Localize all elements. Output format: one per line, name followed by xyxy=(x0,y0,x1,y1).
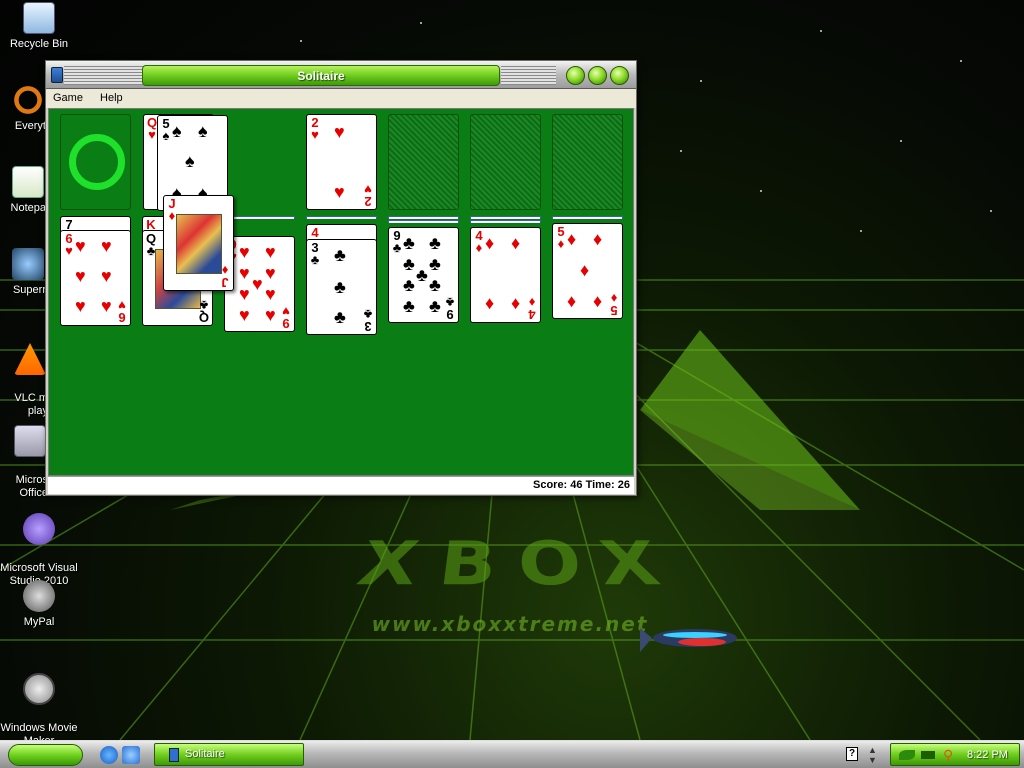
foundation-4[interactable] xyxy=(552,114,623,210)
movie-maker-icon xyxy=(23,673,55,705)
foundation-1[interactable]: 2 ♥ ♥ ♥ 2 ♥ xyxy=(306,114,377,210)
tableau-5-stack-edge xyxy=(388,216,459,219)
desktop-icon-recycle-bin[interactable]: Recycle Bin xyxy=(0,2,78,51)
foundation-3[interactable] xyxy=(470,114,541,210)
internet-explorer-icon[interactable] xyxy=(100,746,118,764)
tableau-5-stack-edge-2 xyxy=(388,220,459,223)
tableau-3-top[interactable]: 9♥ ♥ ♥ ♥ ♥ ♥ ♥ ♥ ♥ ♥ 9♥ xyxy=(224,236,295,332)
mypal-raccoon-icon xyxy=(23,580,55,612)
title-grip-left xyxy=(64,65,149,85)
system-tray: ⚲ 8:22 PM xyxy=(890,743,1020,766)
browser-quicklaunch-icon[interactable] xyxy=(122,746,140,764)
menu-bar: Game Help xyxy=(46,89,636,108)
visual-studio-icon xyxy=(23,513,55,545)
title-grip-right xyxy=(501,65,556,85)
tableau-6-top[interactable]: 4 ♦ ♦ ♦ ♦ ♦ 4 ♦ xyxy=(470,227,541,323)
solitaire-app-icon[interactable] xyxy=(51,67,63,83)
recycle-bin-icon xyxy=(23,2,55,34)
speaker-icon[interactable] xyxy=(921,751,935,759)
menu-help[interactable]: Help xyxy=(93,89,130,104)
stock-pile[interactable] xyxy=(60,114,131,210)
taskbar: Solitaire ? ▲ ▼ ⚲ 8:22 PM xyxy=(0,740,1024,768)
title-bar[interactable]: Solitaire xyxy=(46,61,636,89)
redeal-ring-icon xyxy=(69,134,125,190)
jack-face-image xyxy=(176,214,222,274)
everything-search-icon xyxy=(12,84,44,116)
vlc-cone-icon xyxy=(14,343,46,375)
desktop-icon-notepad[interactable]: Notepa xyxy=(0,166,46,215)
maximize-button[interactable] xyxy=(588,66,607,85)
search-tray-icon[interactable]: ⚲ xyxy=(943,747,953,764)
start-button[interactable] xyxy=(8,744,83,766)
tableau-5-top[interactable]: 9 ♣ ♣ ♣ ♣ ♣ ♣ ♣ ♣ ♣ ♣ 9 ♣ xyxy=(388,227,459,323)
minimize-button[interactable] xyxy=(566,66,585,85)
tableau-4-stack-edge xyxy=(306,216,377,219)
tableau-7-stack-edge xyxy=(552,216,623,219)
status-bar: Score: 46 Time: 26 xyxy=(48,476,634,494)
tray-expand-icon[interactable]: ▲ ▼ xyxy=(868,745,877,765)
menu-game[interactable]: Game xyxy=(46,89,90,104)
clock[interactable]: 8:22 PM xyxy=(967,749,1008,761)
close-button[interactable] xyxy=(610,66,629,85)
desktop-icon-everything[interactable]: Everyt xyxy=(0,84,46,133)
tableau-1-top[interactable]: 6 ♥ ♥ ♥ ♥ ♥ ♥ ♥ 6 ♥ xyxy=(60,230,131,326)
leaf-tray-icon[interactable] xyxy=(899,750,915,760)
desktop-icon-office[interactable]: Micros Office xyxy=(0,412,48,513)
window-title: Solitaire xyxy=(142,65,500,86)
game-table: Q ♥ 5 ♠ ♠ ♠ ♠ ♠ ♠ 2 ♥ ♥ ♥ 2 ♥ 7 6 ♥ ♥ ♥ ♥ xyxy=(48,108,634,476)
dragging-card[interactable]: J ♦ J ♦ xyxy=(163,195,234,291)
desktop-icon-super[interactable]: Superr xyxy=(0,248,46,297)
fish-cursor-graphic xyxy=(640,628,737,652)
office-icon xyxy=(14,425,46,457)
tableau-7-top[interactable]: 5 ♦ ♦ ♦ ♦ ♦ ♦ 5 ♦ xyxy=(552,223,623,319)
xbox-wallpaper-logo: XBOX xyxy=(350,529,690,601)
tableau-6-stack-edge xyxy=(470,216,541,219)
score-time-readout: Score: 46 Time: 26 xyxy=(532,479,630,491)
desktop-icon-mypal[interactable]: MyPal xyxy=(0,580,78,629)
solitaire-task-icon xyxy=(169,748,179,762)
foundation-2[interactable] xyxy=(388,114,459,210)
taskbar-button-label: Solitaire xyxy=(185,748,225,760)
solitaire-window[interactable]: Solitaire Game Help Q ♥ 5 ♠ ♠ ♠ ♠ ♠ ♠ 2 ♥ ♥ xyxy=(45,60,637,496)
taskbar-button-solitaire[interactable]: Solitaire xyxy=(154,743,304,766)
help-icon[interactable]: ? xyxy=(846,747,858,761)
super-app-icon xyxy=(12,248,44,280)
notepad-icon xyxy=(12,166,44,198)
tableau-4-top[interactable]: 3 ♣ ♣ ♣ ♣ 3 ♣ xyxy=(306,239,377,335)
tableau-3-stack-edge xyxy=(224,216,295,219)
tableau-6-stack-edge-2 xyxy=(470,220,541,223)
